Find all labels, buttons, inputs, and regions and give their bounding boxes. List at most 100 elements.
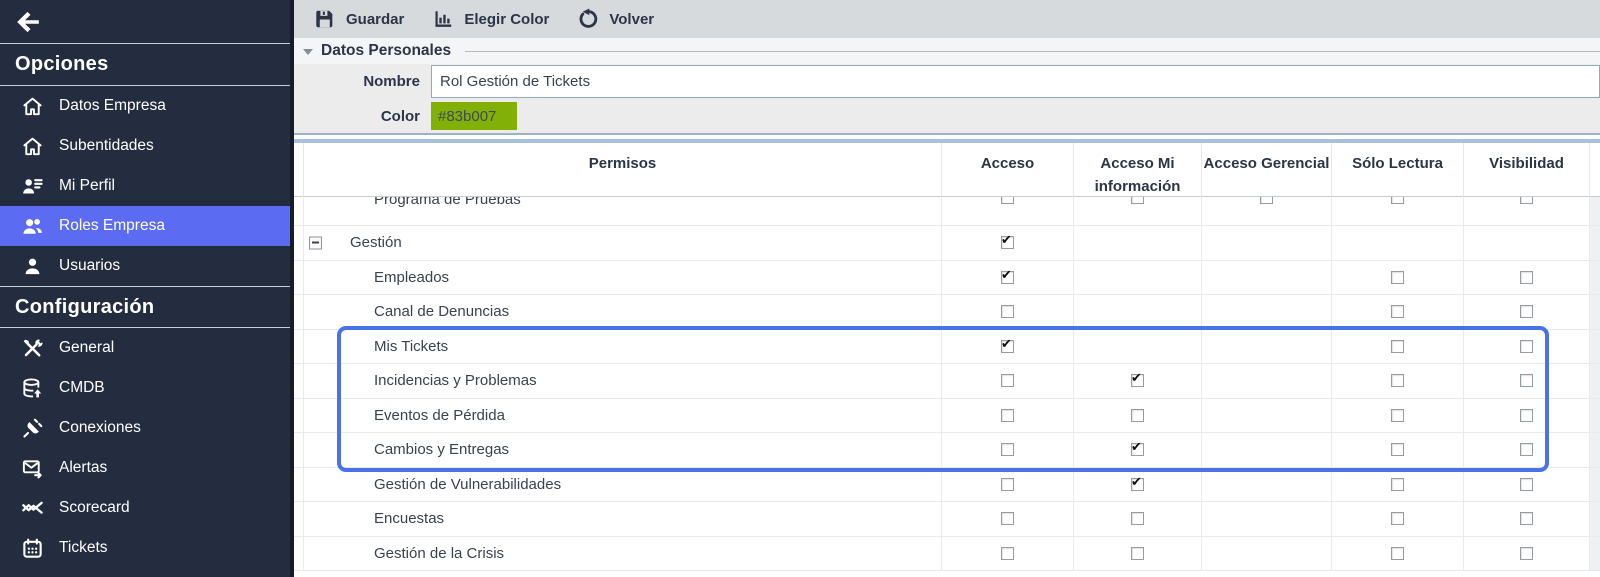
permiso-label: Mis Tickets	[374, 338, 448, 355]
checkbox-lectura[interactable]	[1391, 443, 1404, 456]
checkbox-gerencial[interactable]	[1260, 197, 1273, 204]
checkbox-visibilidad[interactable]	[1520, 271, 1533, 284]
sidebar-item-tickets[interactable]: Tickets	[0, 528, 290, 568]
checkbox-visibilidad[interactable]	[1520, 443, 1533, 456]
sidebar-item-conexiones[interactable]: Conexiones	[0, 408, 290, 448]
checkbox-lectura[interactable]	[1391, 409, 1404, 422]
checkbox-acceso[interactable]	[1001, 340, 1014, 353]
checkbox-acceso[interactable]	[1001, 478, 1014, 491]
sidebar-item-datos-empresa[interactable]: Datos Empresa	[0, 86, 290, 126]
cell-gerencial	[1202, 295, 1332, 329]
permiso-label: Incidencias y Problemas	[374, 372, 537, 389]
cell-acceso	[942, 295, 1074, 329]
checkbox-visibilidad[interactable]	[1520, 340, 1533, 353]
cell-lectura	[1332, 468, 1464, 502]
permissions-table: PermisosAccesoAcceso Mi informaciónAcces…	[294, 139, 1600, 571]
checkbox-visibilidad[interactable]	[1520, 305, 1533, 318]
app-window: OpcionesDatos Empresa Subentidades Mi Perf…	[0, 0, 1600, 577]
row-gutter	[294, 537, 304, 571]
sidebar-item-cmdb[interactable]: CMDB	[0, 368, 290, 408]
home-icon	[21, 95, 44, 118]
column-header-acceso: Acceso	[942, 143, 1074, 199]
checkbox-mi_info[interactable]	[1131, 512, 1144, 525]
checkbox-acceso[interactable]	[1001, 197, 1014, 204]
cell-mi_info	[1074, 261, 1202, 295]
database-icon	[21, 377, 44, 400]
row-gutter	[294, 197, 304, 225]
checkbox-acceso[interactable]	[1001, 271, 1014, 284]
sidebar-back-button[interactable]	[0, 0, 290, 44]
column-header-visibilidad: Visibilidad	[1464, 143, 1590, 199]
scorecard-icon	[21, 497, 44, 520]
checkbox-acceso[interactable]	[1001, 512, 1014, 525]
elegir-color-button[interactable]: Elegir Color	[432, 8, 549, 30]
checkbox-mi_info[interactable]	[1131, 478, 1144, 491]
sidebar-item-subentidades[interactable]: Subentidades	[0, 126, 290, 166]
row-sliver	[1590, 330, 1600, 364]
checkbox-acceso[interactable]	[1001, 374, 1014, 387]
cell-lectura	[1332, 399, 1464, 433]
checkbox-lectura[interactable]	[1391, 197, 1404, 204]
permiso-label: Encuestas	[374, 510, 444, 527]
row-sliver	[1590, 399, 1600, 433]
checkbox-acceso[interactable]	[1001, 409, 1014, 422]
checkbox-acceso[interactable]	[1001, 305, 1014, 318]
sidebar-item-scorecard[interactable]: Scorecard	[0, 488, 290, 528]
checkbox-mi_info[interactable]	[1131, 443, 1144, 456]
checkbox-visibilidad[interactable]	[1520, 374, 1533, 387]
sidebar-item-mi-perfil[interactable]: Mi Perfil	[0, 166, 290, 206]
toolbar-button-label: Guardar	[346, 11, 404, 28]
section-header-datos-personales[interactable]: Datos Personales	[294, 38, 1600, 64]
checkbox-acceso[interactable]	[1001, 236, 1014, 249]
cell-lectura	[1332, 537, 1464, 571]
checkbox-lectura[interactable]	[1391, 374, 1404, 387]
checkbox-lectura[interactable]	[1391, 512, 1404, 525]
sidebar-item-usuarios[interactable]: Usuarios	[0, 246, 290, 286]
checkbox-visibilidad[interactable]	[1520, 547, 1533, 560]
guardar-button[interactable]: Guardar	[314, 8, 404, 30]
checkbox-lectura[interactable]	[1391, 305, 1404, 318]
checkbox-lectura[interactable]	[1391, 340, 1404, 353]
sidebar-item-label: Roles Empresa	[59, 217, 165, 235]
color-swatch[interactable]: #83b007	[431, 102, 517, 130]
column-header-solo-lectura: Sólo Lectura	[1332, 143, 1464, 199]
checkbox-mi_info[interactable]	[1131, 409, 1144, 422]
table-row-programa-de-pruebas: Programa de Pruebas	[294, 197, 1600, 226]
checkbox-visibilidad[interactable]	[1520, 197, 1533, 204]
sidebar-item-alertas[interactable]: Alertas	[0, 448, 290, 488]
checkbox-mi_info[interactable]	[1131, 197, 1144, 204]
sidebar-heading-configuracion: Configuración	[0, 286, 290, 328]
checkbox-visibilidad[interactable]	[1520, 512, 1533, 525]
cell-acceso	[942, 399, 1074, 433]
sidebar-item-partial[interactable]	[0, 568, 290, 577]
checkbox-acceso[interactable]	[1001, 443, 1014, 456]
cell-mi_info	[1074, 197, 1202, 225]
checkbox-visibilidad[interactable]	[1520, 478, 1533, 491]
collapse-minus-icon[interactable]	[309, 236, 322, 249]
cell-visibilidad	[1464, 197, 1590, 225]
checkbox-mi_info[interactable]	[1131, 374, 1144, 387]
checkbox-mi_info[interactable]	[1131, 547, 1144, 560]
cell-acceso	[942, 261, 1074, 295]
row-gutter	[294, 399, 304, 433]
sidebar-heading-opciones: Opciones	[0, 44, 290, 86]
cell-mi_info	[1074, 537, 1202, 571]
table-row-encuestas: Encuestas	[294, 502, 1600, 537]
sidebar-item-general[interactable]: General	[0, 328, 290, 368]
checkbox-visibilidad[interactable]	[1520, 409, 1533, 422]
cell-acceso	[942, 537, 1074, 571]
sidebar-item-roles-empresa[interactable]: Roles Empresa	[0, 206, 290, 246]
checkbox-acceso[interactable]	[1001, 547, 1014, 560]
checkbox-lectura[interactable]	[1391, 478, 1404, 491]
cell-acceso	[942, 330, 1074, 364]
volver-button[interactable]: Volver	[577, 8, 654, 30]
sidebar-item-label: Subentidades	[59, 137, 154, 155]
checkbox-lectura[interactable]	[1391, 547, 1404, 560]
cell-lectura	[1332, 261, 1464, 295]
checkbox-lectura[interactable]	[1391, 271, 1404, 284]
cell-lectura	[1332, 295, 1464, 329]
nombre-input[interactable]	[431, 65, 1600, 98]
cell-mi_info	[1074, 399, 1202, 433]
permiso-label-cell: Empleados	[304, 261, 942, 295]
sidebar-nav: OpcionesDatos Empresa Subentidades Mi Perf…	[0, 44, 290, 577]
